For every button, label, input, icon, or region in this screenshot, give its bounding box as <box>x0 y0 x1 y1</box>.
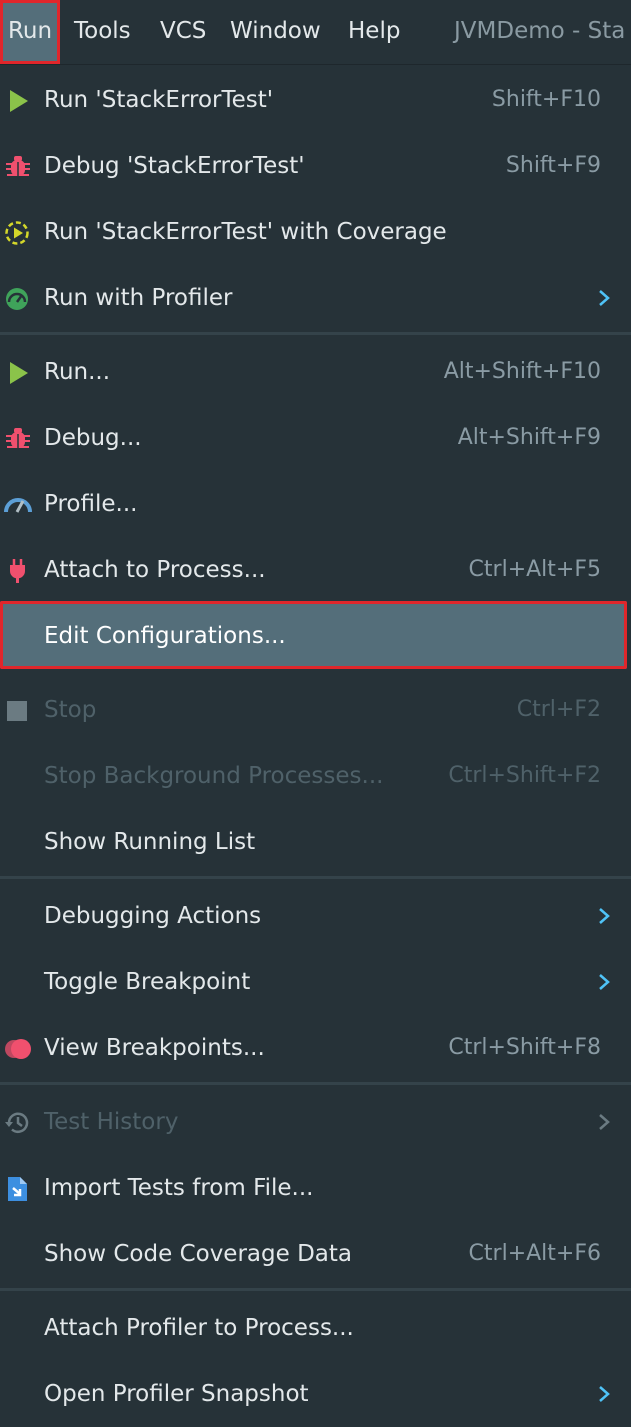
profiler-icon <box>6 288 28 310</box>
menu-item-shortcut: Shift+F10 <box>491 87 601 112</box>
menu-item-stop[interactable]: Stop Ctrl+F2 <box>0 677 631 743</box>
menu-item-run-with-profiler[interactable]: Run with Profiler <box>0 265 631 331</box>
menu-item-label: Debug... <box>44 425 142 451</box>
run-icon <box>10 90 28 112</box>
menu-item-attach-to-process[interactable]: Attach to Process... Ctrl+Alt+F5 <box>0 537 631 603</box>
run-menu-dropdown: Run 'StackErrorTest' Shift+F10 Debug 'St… <box>0 65 631 1420</box>
menu-item-label: Run... <box>44 359 111 385</box>
chevron-right-icon <box>599 290 610 306</box>
menu-item-label: Open Profiler Snapshot <box>44 1381 309 1407</box>
coverage-icon <box>5 221 29 245</box>
menu-item-attach-profiler[interactable]: Attach Profiler to Process... <box>0 1295 631 1361</box>
menu-item-test-history[interactable]: Test History <box>0 1089 631 1155</box>
menubar-run[interactable]: Run <box>0 0 60 64</box>
menu-item-debug-config[interactable]: Debug 'StackErrorTest' Shift+F9 <box>0 133 631 199</box>
menu-item-edit-configurations[interactable]: Edit Configurations... <box>0 601 631 669</box>
chevron-right-icon <box>599 908 610 924</box>
profile-gauge-icon <box>4 498 32 513</box>
menu-item-shortcut: Ctrl+Shift+F8 <box>448 1035 601 1060</box>
menubar-tools[interactable]: Tools <box>74 0 131 64</box>
chevron-right-icon <box>599 974 610 990</box>
menu-item-shortcut: Shift+F9 <box>505 153 601 178</box>
menubar-help[interactable]: Help <box>348 0 400 64</box>
breakpoints-icon <box>5 1039 31 1059</box>
menu-item-label: Stop Background Processes... <box>44 763 384 789</box>
menu-item-label: Profile... <box>44 491 138 517</box>
menubar-window[interactable]: Window <box>230 0 321 64</box>
menu-separator <box>0 332 631 335</box>
menu-item-shortcut: Ctrl+Alt+F5 <box>468 557 601 582</box>
menu-item-shortcut: Ctrl+F2 <box>516 697 601 722</box>
menu-bar: Run Tools VCS Window Help JVMDemo - Sta <box>0 0 631 65</box>
menu-item-toggle-breakpoint[interactable]: Toggle Breakpoint <box>0 949 631 1015</box>
menu-item-label: Run 'StackErrorTest' with Coverage <box>44 219 447 245</box>
window-title: JVMDemo - Sta <box>454 18 626 44</box>
menu-item-label: Edit Configurations... <box>44 623 286 649</box>
menu-item-label: Run 'StackErrorTest' <box>44 87 274 113</box>
menu-item-import-tests[interactable]: Import Tests from File... <box>0 1155 631 1221</box>
attach-plug-icon <box>10 559 25 583</box>
chevron-right-icon <box>599 1386 610 1402</box>
menu-item-run-coverage[interactable]: Run 'StackErrorTest' with Coverage <box>0 199 631 265</box>
menu-item-label: Stop <box>44 697 97 723</box>
import-file-icon <box>8 1177 27 1201</box>
menu-item-label: Debugging Actions <box>44 903 262 929</box>
menu-item-shortcut: Alt+Shift+F10 <box>443 359 601 384</box>
menu-item-label: Test History <box>44 1109 179 1135</box>
menu-item-run[interactable]: Run... Alt+Shift+F10 <box>0 339 631 405</box>
menu-item-label: View Breakpoints... <box>44 1035 265 1061</box>
menu-separator <box>0 1082 631 1085</box>
menu-item-label: Show Code Coverage Data <box>44 1241 352 1267</box>
menu-item-open-profiler-snapshot[interactable]: Open Profiler Snapshot <box>0 1361 631 1427</box>
menu-item-shortcut: Ctrl+Alt+F6 <box>468 1241 601 1266</box>
menu-item-label: Attach Profiler to Process... <box>44 1315 354 1341</box>
debug-icon <box>6 156 30 176</box>
menu-item-view-breakpoints[interactable]: View Breakpoints... Ctrl+Shift+F8 <box>0 1015 631 1081</box>
menu-item-label: Show Running List <box>44 829 256 855</box>
menu-item-label: Attach to Process... <box>44 557 266 583</box>
menubar-vcs[interactable]: VCS <box>160 0 206 64</box>
menu-item-label: Debug 'StackErrorTest' <box>44 153 305 179</box>
stop-icon <box>7 701 27 721</box>
menu-item-label: Import Tests from File... <box>44 1175 314 1201</box>
menu-item-show-running-list[interactable]: Show Running List <box>0 809 631 875</box>
menu-separator <box>0 876 631 879</box>
menu-item-label: Toggle Breakpoint <box>44 969 251 995</box>
menu-item-debug[interactable]: Debug... Alt+Shift+F9 <box>0 405 631 471</box>
menu-separator <box>0 1288 631 1291</box>
run-icon <box>10 362 28 384</box>
menu-item-shortcut: Ctrl+Shift+F2 <box>448 763 601 788</box>
debug-icon <box>6 428 30 448</box>
menu-item-stop-background-processes[interactable]: Stop Background Processes... Ctrl+Shift+… <box>0 743 631 809</box>
history-icon <box>5 1112 29 1134</box>
menu-item-shortcut: Alt+Shift+F9 <box>457 425 601 450</box>
menu-item-run-config[interactable]: Run 'StackErrorTest' Shift+F10 <box>0 67 631 133</box>
menu-item-show-code-coverage[interactable]: Show Code Coverage Data Ctrl+Alt+F6 <box>0 1221 631 1287</box>
menu-item-label: Run with Profiler <box>44 285 233 311</box>
menu-item-profile[interactable]: Profile... <box>0 471 631 537</box>
menu-item-debugging-actions[interactable]: Debugging Actions <box>0 883 631 949</box>
chevron-right-icon <box>599 1114 610 1130</box>
